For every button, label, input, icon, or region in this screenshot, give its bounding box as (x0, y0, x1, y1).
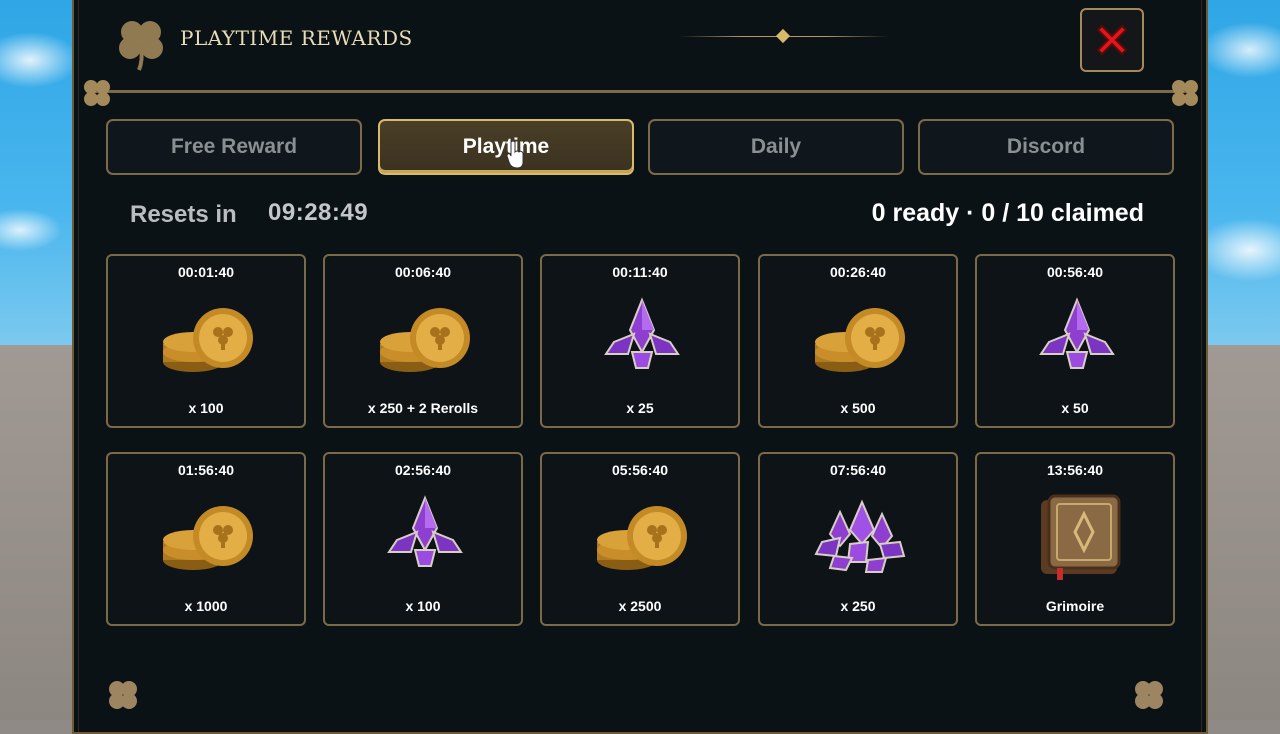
clover-icon (1172, 80, 1198, 106)
reward-amount: x 100 (405, 598, 441, 614)
reward-time: 00:06:40 (394, 264, 452, 280)
reward-amount: x 25 (626, 400, 654, 416)
reward-card[interactable]: 00:26:40 x 500 (758, 254, 958, 428)
reward-time: 00:26:40 (829, 264, 887, 280)
reward-card[interactable]: 00:56:40 x 50 (975, 254, 1175, 428)
reward-card[interactable]: 13:56:40 Grimoire (975, 452, 1175, 626)
clover-icon (1135, 681, 1163, 709)
reward-amount: x 250 (840, 598, 876, 614)
gold-coins-icon (597, 506, 687, 570)
reward-card[interactable]: 00:06:40 x 250 + 2 Rerolls (323, 254, 523, 428)
reward-card[interactable]: 05:56:40 x 2500 (540, 452, 740, 626)
reward-time: 00:56:40 (1046, 264, 1104, 280)
reward-time: 01:56:40 (177, 462, 235, 478)
tab-daily[interactable]: Daily (648, 119, 904, 175)
purple-crystal-pile-icon (814, 499, 906, 573)
reward-time: 02:56:40 (394, 462, 452, 478)
grimoire-book-icon (1041, 494, 1121, 580)
reward-time: 07:56:40 (829, 462, 887, 478)
reward-time: 05:56:40 (611, 462, 669, 478)
reward-amount: x 50 (1061, 400, 1089, 416)
gold-coins-icon (163, 308, 253, 372)
window-title: PLAYTIME REWARDS (180, 26, 413, 50)
reward-amount: x 1000 (184, 598, 228, 614)
reward-time: 00:01:40 (177, 264, 235, 280)
header-divider (90, 90, 1190, 93)
reward-amount: x 100 (188, 400, 224, 416)
reset-label: Resets in (130, 201, 237, 228)
clover-icon (84, 80, 110, 106)
purple-crystals-icon (1039, 297, 1115, 369)
close-button[interactable] (1080, 8, 1144, 72)
tab-discord[interactable]: Discord (918, 119, 1174, 175)
reward-amount: x 2500 (618, 598, 662, 614)
reward-amount: x 250 + 2 Rerolls (367, 400, 479, 416)
gold-coins-icon (380, 308, 470, 372)
reward-amount: x 500 (840, 400, 876, 416)
claim-status: 0 ready · 0 / 10 claimed (871, 199, 1144, 227)
clover-icon (119, 21, 163, 71)
gold-coins-icon (815, 308, 905, 372)
mouse-cursor-icon (506, 140, 524, 169)
reward-card[interactable]: 00:01:40 x 100 (106, 254, 306, 428)
reset-countdown: 09:28:49 (268, 199, 369, 226)
reward-card[interactable]: 01:56:40 x 1000 (106, 452, 306, 626)
reward-amount: Grimoire (1045, 598, 1105, 614)
clover-icon (109, 681, 137, 709)
reward-time: 13:56:40 (1046, 462, 1104, 478)
purple-crystals-icon (387, 495, 463, 567)
reward-card[interactable]: 07:56:40 x 250 (758, 452, 958, 626)
reward-card[interactable]: 00:11:40 x 25 (540, 254, 740, 428)
reward-card[interactable]: 02:56:40 x 100 (323, 452, 523, 626)
rewards-panel: PLAYTIME REWARDS Free Reward Playtime Da… (72, 0, 1208, 734)
close-icon (1096, 24, 1128, 56)
reward-time: 00:11:40 (612, 264, 668, 280)
gold-coins-icon (163, 506, 253, 570)
tab-free-reward[interactable]: Free Reward (106, 119, 362, 175)
purple-crystals-icon (604, 297, 680, 369)
